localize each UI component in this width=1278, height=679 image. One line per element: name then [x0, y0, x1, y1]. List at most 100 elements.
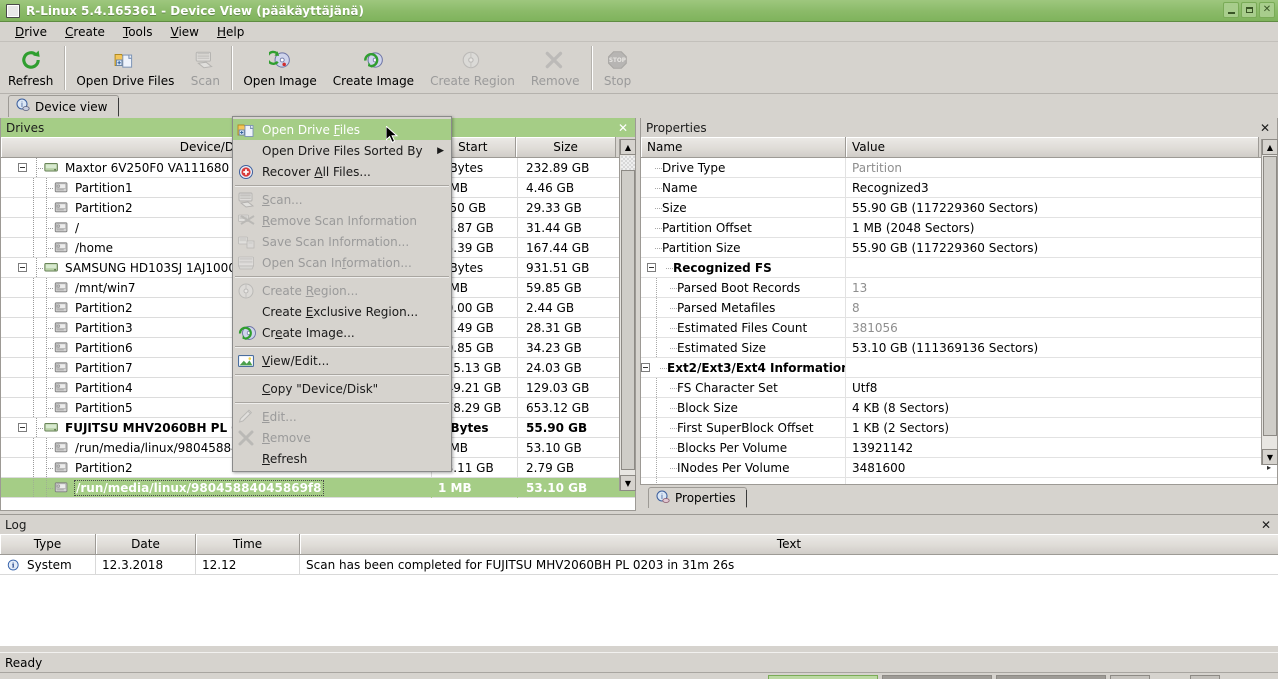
taskbar-item-2[interactable] — [882, 675, 992, 679]
scroll-down-arrow[interactable]: ▼ — [620, 475, 636, 491]
tree-line — [649, 317, 663, 338]
property-row[interactable]: FS Character Set Utf8▾ — [641, 377, 1277, 398]
column-header-size[interactable]: Size — [516, 137, 617, 157]
toolbar-button-create-image[interactable]: Create Image — [325, 44, 422, 92]
drive-row-label: Partition5 — [75, 400, 133, 415]
tab-device-view[interactable]: i Device view — [8, 95, 119, 117]
log-panel: Log ✕ Type Date Time Text i System 12.3.20… — [0, 514, 1278, 646]
property-value-cell: Partition — [846, 161, 1277, 175]
tree-expander-icon[interactable] — [18, 263, 27, 272]
properties-list[interactable]: Drive Type Partition Name Recognized3▸ Size 5… — [641, 158, 1277, 484]
context-menu-separator — [235, 374, 449, 375]
context-menu[interactable]: Open Drive Files Open Drive Files Sorted … — [232, 116, 452, 472]
menu-item-drive[interactable]: Drive — [6, 23, 56, 41]
context-menu-item-recover-all-files[interactable]: Recover All Files... — [233, 161, 451, 182]
disk-icon — [43, 259, 61, 276]
column-header-date[interactable]: Date — [96, 534, 196, 554]
toolbar-button-refresh[interactable]: Refresh — [0, 44, 61, 92]
disk-icon — [43, 419, 61, 436]
drive-row[interactable]: /run/media/linux/98045884045869f8 1 MB 53.… — [1, 477, 635, 498]
tree-line — [40, 337, 53, 358]
maximize-button[interactable] — [1241, 2, 1257, 18]
property-row[interactable]: Partition Offset 1 MB (2048 Sectors)▸ — [641, 217, 1277, 238]
toolbar-button-label: Open Image — [243, 74, 317, 88]
properties-vertical-scrollbar[interactable]: ▲ ▼ — [1261, 139, 1278, 465]
property-row[interactable]: Block Size 4 KB (8 Sectors)▾ — [641, 397, 1277, 418]
scroll-up-arrow[interactable]: ▲ — [620, 139, 636, 155]
properties-panel-close-icon[interactable]: ✕ — [1257, 122, 1273, 134]
toolbar-button-open-image[interactable]: Open Image — [235, 44, 324, 92]
tree-line — [40, 357, 53, 378]
drive-row-size: 31.44 GB — [517, 217, 617, 238]
drive-row-start: 1 MB — [431, 477, 517, 498]
menu-item-tools[interactable]: Tools — [114, 23, 162, 41]
property-row[interactable]: Size 55.90 GB (117229360 Sectors)▸ — [641, 197, 1277, 218]
property-row[interactable]: Partition Size 55.90 GB (117229360 Sector… — [641, 237, 1277, 258]
menu-item-help[interactable]: Help — [208, 23, 253, 41]
context-menu-item-refresh[interactable]: Refresh — [233, 448, 451, 469]
property-row[interactable]: Recognized FS — [641, 257, 1277, 278]
context-menu-item-open-drive-files[interactable]: Open Drive Files — [233, 119, 451, 140]
property-row[interactable]: Ext2/Ext3/Ext4 Information — [641, 357, 1277, 378]
column-header-name[interactable]: Name — [641, 137, 846, 157]
taskbar-tray-1[interactable] — [1110, 675, 1150, 679]
drive-row-size: 232.89 GB — [517, 158, 617, 178]
context-menu-item-open-drive-files-sorted-by[interactable]: Open Drive Files Sorted By ▶ — [233, 140, 451, 161]
taskbar-tray-2[interactable] — [1190, 675, 1220, 679]
open-drive-files-icon — [237, 121, 257, 138]
scroll-thumb[interactable] — [621, 170, 635, 470]
drives-panel-close-icon[interactable]: ✕ — [615, 122, 631, 134]
property-name-label: FS Character Set — [677, 380, 778, 395]
menu-item-view[interactable]: View — [161, 23, 207, 41]
context-menu-item-label: Create Region... — [262, 283, 359, 298]
log-list[interactable]: i System 12.3.2018 12.12 Scan has been compl… — [0, 555, 1278, 643]
menu-item-create[interactable]: Create — [56, 23, 114, 41]
property-value-label: 1 MB (2048 Sectors) — [852, 220, 975, 235]
toolbar-button-label: Remove — [530, 74, 580, 88]
properties-scroll-up-arrow[interactable]: ▲ — [1262, 139, 1278, 155]
tree-line — [663, 338, 677, 358]
tree-expander-icon[interactable] — [647, 263, 656, 272]
tab-properties[interactable]: i Properties — [648, 487, 747, 508]
drive-row-label: / — [75, 220, 80, 235]
properties-scroll-down-arrow[interactable]: ▼ — [1262, 449, 1278, 465]
property-row[interactable]: First SuperBlock Offset 1 KB (2 Sectors)▸ — [641, 417, 1277, 438]
drive-row-size: 2.44 GB — [517, 297, 617, 318]
tree-expander-icon[interactable] — [18, 163, 27, 172]
drive-row-size: 28.31 GB — [517, 317, 617, 338]
drives-vertical-scrollbar[interactable]: ▲ ▼ — [619, 139, 636, 491]
property-value-cell: 3481600 ▸ — [846, 461, 1277, 475]
scroll-track[interactable] — [621, 156, 635, 170]
property-row[interactable]: INodes Per Volume 3481600 ▸ — [641, 457, 1277, 478]
property-row[interactable]: Parsed Metafiles 8 — [641, 297, 1277, 318]
property-row[interactable]: Estimated Size 53.10 GB (111369136 Sector… — [641, 337, 1277, 358]
context-menu-item-create-image[interactable]: Create Image... — [233, 322, 451, 343]
log-panel-close-icon[interactable]: ✕ — [1258, 519, 1274, 531]
log-row[interactable]: i System 12.3.2018 12.12 Scan has been compl… — [0, 555, 1278, 575]
desktop-taskbar[interactable] — [0, 672, 1278, 679]
property-row[interactable]: Blocks Per Volume 13921142▸ — [641, 437, 1277, 458]
close-button[interactable]: ✕ — [1259, 2, 1275, 18]
context-menu-item-create-exclusive-region[interactable]: Create Exclusive Region... — [233, 301, 451, 322]
column-header-text[interactable]: Text — [300, 534, 1278, 554]
property-row[interactable]: Parsed Boot Records 13 — [641, 277, 1277, 298]
drive-row-label: Partition3 — [75, 320, 133, 335]
property-row[interactable]: Name Recognized3▸ — [641, 177, 1277, 198]
tree-expander-icon[interactable] — [641, 363, 650, 372]
property-row[interactable]: Estimated Files Count 381056 — [641, 317, 1277, 338]
column-header-value[interactable]: Value — [846, 137, 1259, 157]
context-menu-item-create-region: Create Region... — [233, 280, 451, 301]
taskbar-item-active[interactable] — [768, 675, 878, 679]
column-header-type[interactable]: Type — [0, 534, 96, 554]
property-row[interactable]: Drive Type Partition — [641, 158, 1277, 178]
properties-scroll-thumb[interactable] — [1263, 156, 1277, 436]
taskbar-item-3[interactable] — [996, 675, 1106, 679]
minimize-button[interactable] — [1223, 2, 1239, 18]
tree-expander-icon[interactable] — [18, 423, 27, 432]
context-menu-item-view-edit[interactable]: View/Edit... — [233, 350, 451, 371]
column-header-time[interactable]: Time — [196, 534, 300, 554]
context-menu-item-label: Create Exclusive Region... — [262, 304, 419, 319]
context-menu-item-copy-device-disk[interactable]: Copy "Device/Disk" — [233, 378, 451, 399]
property-row-partial[interactable] — [641, 477, 1277, 484]
toolbar-button-open-drive-files[interactable]: Open Drive Files — [68, 44, 182, 92]
